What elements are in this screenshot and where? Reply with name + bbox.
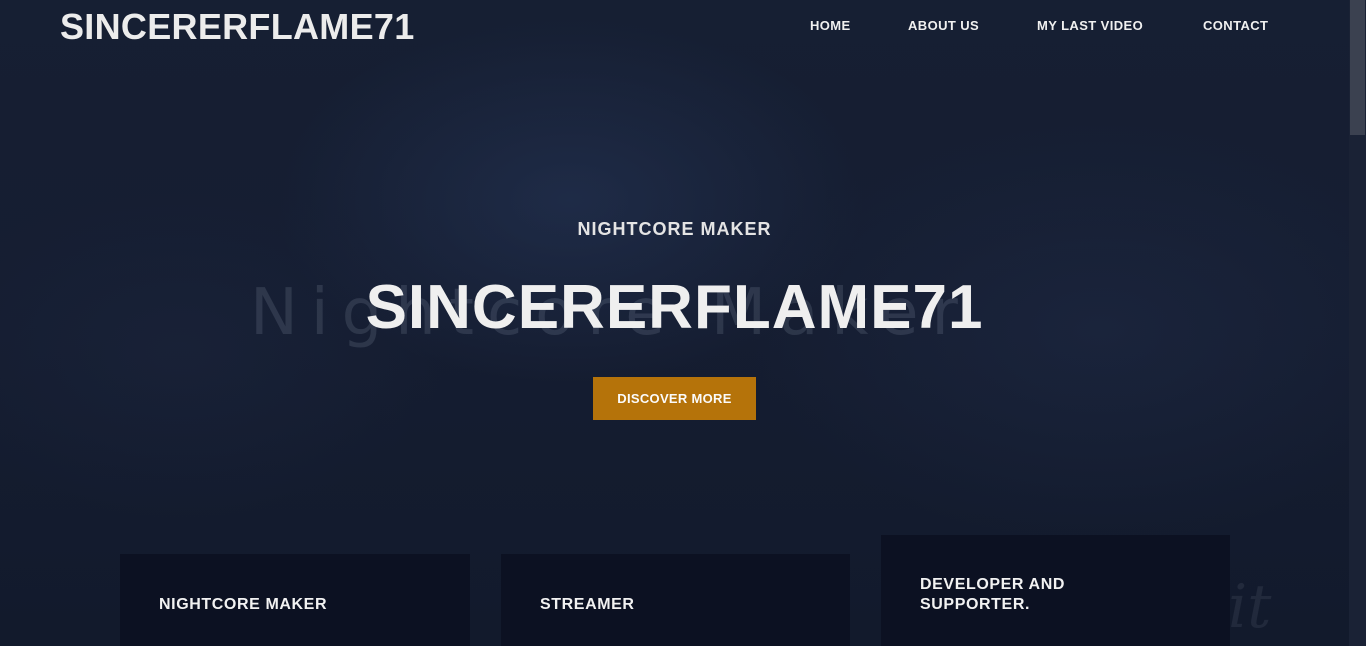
nav-about-us[interactable]: ABOUT US <box>908 18 979 33</box>
scrollbar-thumb[interactable] <box>1350 0 1365 135</box>
card-title: STREAMER <box>540 596 635 613</box>
hero-title: SINCERERFLAME71 <box>365 273 984 342</box>
nav-contact[interactable]: CONTACT <box>1203 18 1268 33</box>
vertical-scrollbar[interactable] <box>1349 0 1366 646</box>
main-nav: HOME ABOUT US MY LAST VIDEO CONTACT <box>0 18 1366 38</box>
card-title: DEVELOPER AND SUPPORTER. <box>920 576 1066 613</box>
discover-more-button[interactable]: DISCOVER MORE <box>593 377 756 420</box>
card-title: NIGHTCORE MAKER <box>159 596 328 613</box>
hero-subtitle: NIGHTCORE MAKER <box>577 219 772 239</box>
background-decoration: it <box>1228 572 1272 642</box>
card-developer[interactable]: DEVELOPER AND SUPPORTER. <box>881 535 1230 646</box>
card-streamer[interactable]: STREAMER <box>501 554 850 646</box>
nav-my-last-video[interactable]: MY LAST VIDEO <box>1037 18 1143 33</box>
page: Nightcore Maker it SINCERERFLAME71 HOME … <box>0 0 1366 646</box>
nav-home[interactable]: HOME <box>810 18 851 33</box>
card-nightcore-maker[interactable]: NIGHTCORE MAKER <box>120 554 470 646</box>
